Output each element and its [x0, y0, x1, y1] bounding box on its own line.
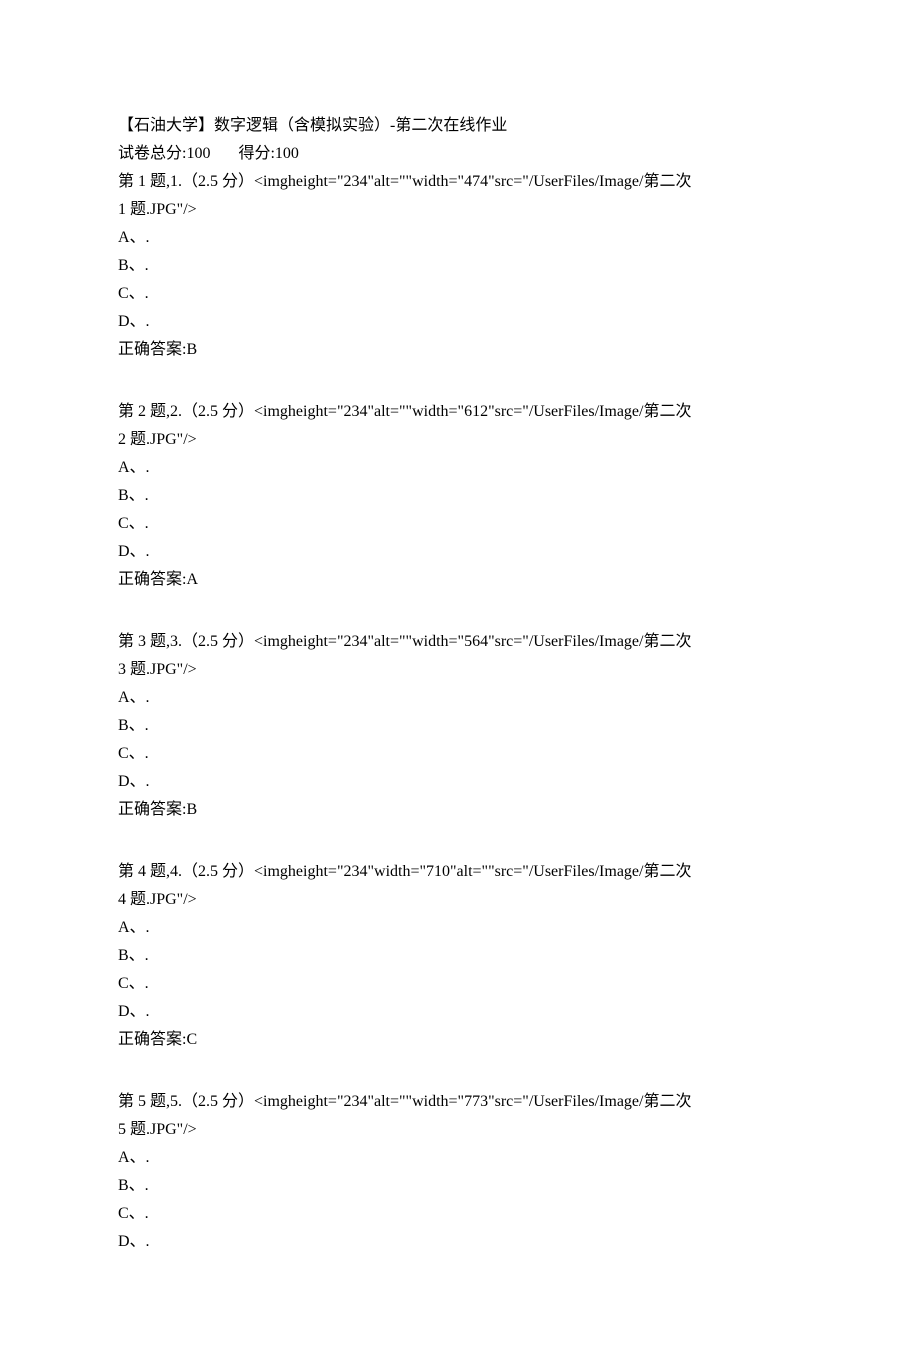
document-header: 【石油大学】数字逻辑（含模拟实验）-第二次在线作业 试卷总分:100 得分:10… — [118, 112, 802, 364]
question-stem-line2: 5 题.JPG"/> — [118, 1116, 802, 1144]
option-a: A、. — [118, 914, 802, 942]
question-block: 第 4 题,4.（2.5 分）<imgheight="234"width="71… — [118, 858, 802, 1054]
option-d: D、. — [118, 768, 802, 796]
option-a: A、. — [118, 224, 802, 252]
question-stem-line2: 4 题.JPG"/> — [118, 886, 802, 914]
question-block: 第 5 题,5.（2.5 分）<imgheight="234"alt=""wid… — [118, 1088, 802, 1256]
option-a: A、. — [118, 684, 802, 712]
option-c: C、. — [118, 970, 802, 998]
document-page: 【石油大学】数字逻辑（含模拟实验）-第二次在线作业 试卷总分:100 得分:10… — [0, 0, 920, 1350]
question-stem-line2: 3 题.JPG"/> — [118, 656, 802, 684]
option-b: B、. — [118, 1172, 802, 1200]
option-a: A、. — [118, 454, 802, 482]
option-c: C、. — [118, 280, 802, 308]
question-block: 第 2 题,2.（2.5 分）<imgheight="234"alt=""wid… — [118, 398, 802, 594]
answer-line: 正确答案:A — [118, 566, 802, 594]
option-b: B、. — [118, 482, 802, 510]
question-stem-line: 第 1 题,1.（2.5 分）<imgheight="234"alt=""wid… — [118, 168, 802, 196]
option-d: D、. — [118, 1228, 802, 1256]
score-line: 试卷总分:100 得分:100 — [118, 140, 802, 168]
option-b: B、. — [118, 942, 802, 970]
option-c: C、. — [118, 1200, 802, 1228]
answer-line: 正确答案:C — [118, 1026, 802, 1054]
option-b: B、. — [118, 252, 802, 280]
question-stem-line: 第 2 题,2.（2.5 分）<imgheight="234"alt=""wid… — [118, 398, 802, 426]
question-stem-line: 第 4 题,4.（2.5 分）<imgheight="234"width="71… — [118, 858, 802, 886]
option-d: D、. — [118, 538, 802, 566]
question-stem-line2: 1 题.JPG"/> — [118, 196, 802, 224]
question-stem-line2: 2 题.JPG"/> — [118, 426, 802, 454]
option-c: C、. — [118, 510, 802, 538]
option-d: D、. — [118, 308, 802, 336]
question-stem-line: 第 5 题,5.（2.5 分）<imgheight="234"alt=""wid… — [118, 1088, 802, 1116]
answer-line: 正确答案:B — [118, 796, 802, 824]
option-a: A、. — [118, 1144, 802, 1172]
document-title: 【石油大学】数字逻辑（含模拟实验）-第二次在线作业 — [118, 112, 802, 140]
question-block: 第 1 题,1.（2.5 分）<imgheight="234"alt=""wid… — [118, 168, 802, 364]
answer-line: 正确答案:B — [118, 336, 802, 364]
question-block: 第 3 题,3.（2.5 分）<imgheight="234"alt=""wid… — [118, 628, 802, 824]
question-stem-line: 第 3 题,3.（2.5 分）<imgheight="234"alt=""wid… — [118, 628, 802, 656]
option-b: B、. — [118, 712, 802, 740]
option-c: C、. — [118, 740, 802, 768]
option-d: D、. — [118, 998, 802, 1026]
